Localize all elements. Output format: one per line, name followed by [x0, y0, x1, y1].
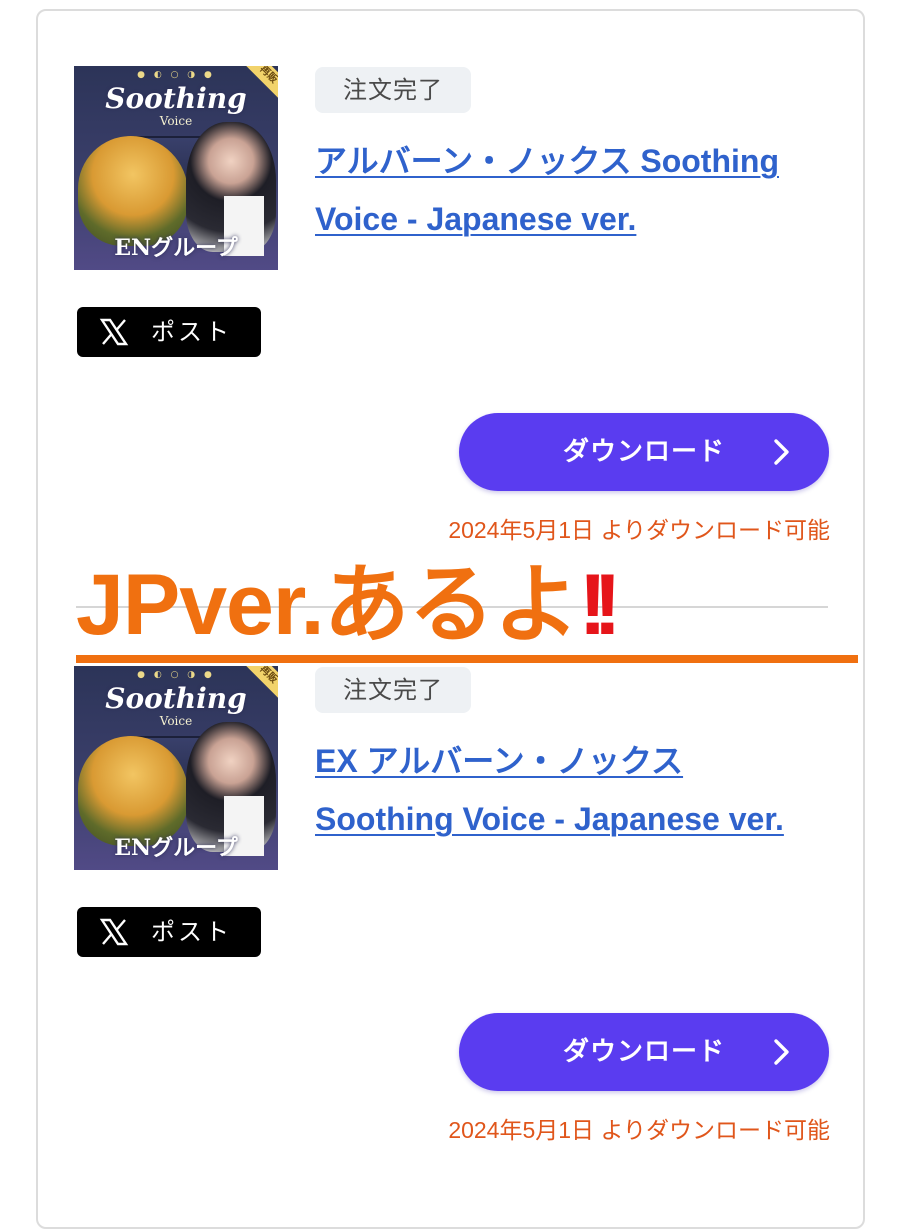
- availability-date-text: 2024年5月1日 よりダウンロード可能: [448, 517, 830, 543]
- download-button[interactable]: ダウンロード: [459, 1013, 829, 1091]
- thumbnail-title: Soothing: [105, 682, 247, 715]
- order-status-badge: 注文完了: [315, 67, 471, 113]
- double-exclamation-icon: !!: [578, 557, 621, 653]
- order-item: ● ◐ ○ ◑ ● Soothing Voice 再販 ENグループ 注文完了 …: [0, 600, 903, 1160]
- post-to-x-button[interactable]: ポスト: [77, 307, 261, 357]
- product-thumbnail[interactable]: ● ◐ ○ ◑ ● Soothing Voice 再販 ENグループ: [74, 666, 278, 870]
- thumbnail-group-label: ENグループ: [114, 235, 238, 261]
- x-logo-icon: [99, 918, 129, 946]
- chevron-right-icon: [774, 1039, 789, 1065]
- post-button-label: ポスト: [151, 918, 232, 946]
- post-to-x-button[interactable]: ポスト: [77, 907, 261, 957]
- chevron-right-icon: [774, 439, 789, 465]
- order-status-badge: 注文完了: [315, 667, 471, 713]
- download-button[interactable]: ダウンロード: [459, 413, 829, 491]
- post-button-label: ポスト: [151, 318, 232, 346]
- moon-phases-icon: ● ◐ ○ ◑ ●: [137, 70, 215, 80]
- annotation-text: JPver.あるよ: [76, 557, 579, 653]
- annotation-underline: [76, 655, 858, 663]
- thumbnail-title: Soothing: [105, 82, 247, 115]
- availability-date-text: 2024年5月1日 よりダウンロード可能: [448, 1117, 830, 1143]
- thumbnail-subtitle: Voice: [159, 714, 193, 728]
- x-logo-icon: [99, 318, 129, 346]
- moon-phases-icon: ● ◐ ○ ◑ ●: [137, 670, 215, 680]
- jp-version-annotation: JPver.あるよ!!: [76, 552, 622, 662]
- product-thumbnail[interactable]: ● ◐ ○ ◑ ● Soothing Voice 再販 ENグループ: [74, 66, 278, 270]
- thumbnail-subtitle: Voice: [159, 114, 193, 128]
- thumbnail-group-label: ENグループ: [114, 835, 238, 861]
- product-title-link[interactable]: EX アルバーン・ノックス Soothing Voice - Japanese …: [315, 732, 815, 848]
- product-title-link[interactable]: アルバーン・ノックス Soothing Voice - Japanese ver…: [315, 132, 815, 248]
- order-item: ● ◐ ○ ◑ ● Soothing Voice 再販 ENグループ 注文完了 …: [0, 0, 903, 560]
